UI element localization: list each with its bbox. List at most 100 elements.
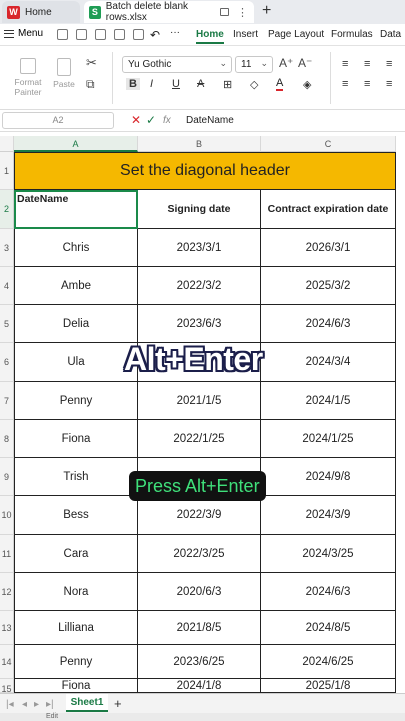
row-header[interactable]: 12 (0, 573, 14, 611)
name-cell[interactable]: Ambe (14, 267, 138, 305)
align-bottom-icon[interactable]: ≡ (386, 58, 392, 70)
tab-workbook[interactable]: S Batch delete blank rows.xlsx ⋮ (84, 1, 254, 23)
new-tab-icon[interactable]: + (262, 2, 271, 20)
expiration-date-cell[interactable]: 2025/1/8 (261, 679, 396, 693)
menu-button[interactable]: Menu (4, 28, 43, 39)
name-cell[interactable]: Penny (14, 382, 138, 420)
export-icon[interactable] (95, 29, 106, 40)
name-cell[interactable]: Chris (14, 229, 138, 267)
select-all-corner[interactable] (0, 136, 14, 152)
fill-color-icon[interactable]: ◇ (250, 78, 258, 91)
expiration-date-cell[interactable]: 2024/1/5 (261, 382, 396, 420)
expiration-date-cell[interactable]: 2024/1/25 (261, 420, 396, 458)
last-sheet-icon[interactable]: ▸| (46, 699, 54, 710)
borders-icon[interactable]: ⊞ (223, 78, 232, 91)
expiration-date-cell[interactable]: 2024/3/4 (261, 343, 396, 382)
close-tab-icon[interactable]: ⋮ (237, 6, 248, 19)
header-contract-expiration[interactable]: Contract expiration date (261, 190, 396, 229)
expiration-date-cell[interactable]: 2024/8/5 (261, 611, 396, 645)
row-header[interactable]: 7 (0, 382, 14, 420)
clear-icon[interactable]: ◈ (303, 78, 311, 91)
name-cell[interactable]: Ula (14, 343, 138, 382)
name-cell[interactable]: Nora (14, 573, 138, 611)
row-header[interactable]: 1 (0, 152, 14, 190)
align-left-icon[interactable]: ≡ (342, 78, 348, 90)
confirm-icon[interactable]: ✓ (146, 113, 156, 127)
column-header-b[interactable]: B (138, 136, 261, 152)
prev-sheet-icon[interactable]: ◂ (22, 699, 27, 710)
cancel-icon[interactable]: ✕ (131, 113, 141, 127)
signing-date-cell[interactable]: 2023/6/25 (138, 645, 261, 679)
name-cell[interactable]: Fiona (14, 420, 138, 458)
tab-ribbon-insert[interactable]: Insert (233, 29, 258, 40)
add-sheet-icon[interactable]: + (114, 696, 122, 711)
signing-date-cell[interactable]: 2022/3/25 (138, 535, 261, 573)
name-cell[interactable]: Delia (14, 305, 138, 343)
name-cell[interactable]: Penny (14, 645, 138, 679)
font-size-select[interactable]: 11 ⌄ (235, 56, 273, 73)
expiration-date-cell[interactable]: 2024/9/8 (261, 458, 396, 496)
signing-date-cell[interactable]: 2021/8/5 (138, 611, 261, 645)
signing-date-cell[interactable]: 2023/3/1 (138, 229, 261, 267)
align-right-icon[interactable]: ≡ (386, 78, 392, 90)
monitor-icon[interactable] (219, 8, 229, 16)
save-icon[interactable] (76, 29, 87, 40)
signing-date-cell[interactable]: 2022/3/2 (138, 267, 261, 305)
signing-date-cell[interactable]: 2024/1/8 (138, 679, 261, 693)
copy-icon[interactable]: ⧉ (86, 78, 95, 90)
expiration-date-cell[interactable]: 2024/3/9 (261, 496, 396, 535)
font-name-select[interactable]: Yu Gothic ⌄ (122, 56, 232, 73)
more-icon[interactable]: ··· (170, 27, 180, 38)
tab-ribbon-data[interactable]: Data (380, 29, 401, 40)
bold-button[interactable]: B (126, 78, 140, 90)
function-icon[interactable]: fx (163, 115, 171, 126)
expiration-date-cell[interactable]: 2026/3/1 (261, 229, 396, 267)
sheet-tab-sheet1[interactable]: Sheet1 (66, 694, 108, 712)
sheet-title-cell[interactable]: Set the diagonal header (14, 152, 396, 190)
align-middle-icon[interactable]: ≡ (364, 58, 370, 70)
signing-date-cell[interactable]: 2021/1/5 (138, 382, 261, 420)
cut-icon[interactable]: ✂ (86, 56, 97, 69)
expiration-date-cell[interactable]: 2024/6/25 (261, 645, 396, 679)
signing-date-cell[interactable]: 2020/6/3 (138, 573, 261, 611)
format-painter-button[interactable]: Format Painter (10, 58, 46, 97)
align-top-icon[interactable]: ≡ (342, 58, 348, 70)
folder-icon[interactable] (57, 29, 68, 40)
expiration-date-cell[interactable]: 2024/6/3 (261, 573, 396, 611)
row-header[interactable]: 15 (0, 679, 14, 694)
row-header[interactable]: 14 (0, 645, 14, 679)
row-header[interactable]: 10 (0, 496, 14, 535)
name-cell[interactable]: Trish (14, 458, 138, 496)
row-header[interactable]: 4 (0, 267, 14, 305)
name-cell[interactable]: Lilliana (14, 611, 138, 645)
column-header-c[interactable]: C (261, 136, 396, 152)
first-sheet-icon[interactable]: |◂ (6, 699, 14, 710)
signing-date-cell[interactable]: 2023/6/3 (138, 305, 261, 343)
italic-button[interactable]: I (150, 78, 153, 90)
row-header[interactable]: 9 (0, 458, 14, 496)
expiration-date-cell[interactable]: 2024/3/25 (261, 535, 396, 573)
row-header[interactable]: 5 (0, 305, 14, 343)
name-cell[interactable]: Cara (14, 535, 138, 573)
header-signing-date[interactable]: Signing date (138, 190, 261, 229)
expiration-date-cell[interactable]: 2024/6/3 (261, 305, 396, 343)
tab-ribbon-formulas[interactable]: Formulas (331, 29, 373, 40)
paste-button[interactable]: Paste (50, 58, 78, 89)
column-header-a[interactable]: A (14, 136, 138, 152)
row-header[interactable]: 3 (0, 229, 14, 267)
strikethrough-button[interactable]: A (197, 78, 204, 90)
tab-ribbon-home[interactable]: Home (196, 29, 224, 44)
tab-ribbon-page-layout[interactable]: Page Layout (268, 29, 324, 40)
preview-icon[interactable] (133, 29, 144, 40)
row-header[interactable]: 13 (0, 611, 14, 645)
row-header[interactable]: 2 (0, 190, 14, 229)
row-header[interactable]: 8 (0, 420, 14, 458)
print-icon[interactable] (114, 29, 125, 40)
expiration-date-cell[interactable]: 2025/3/2 (261, 267, 396, 305)
tab-home[interactable]: W Home (2, 1, 80, 23)
name-box[interactable]: A2 (2, 112, 114, 129)
formula-input[interactable]: DateName (186, 115, 234, 126)
row-header[interactable]: 11 (0, 535, 14, 573)
signing-date-cell[interactable]: 2022/1/25 (138, 420, 261, 458)
underline-button[interactable]: U (172, 78, 180, 90)
